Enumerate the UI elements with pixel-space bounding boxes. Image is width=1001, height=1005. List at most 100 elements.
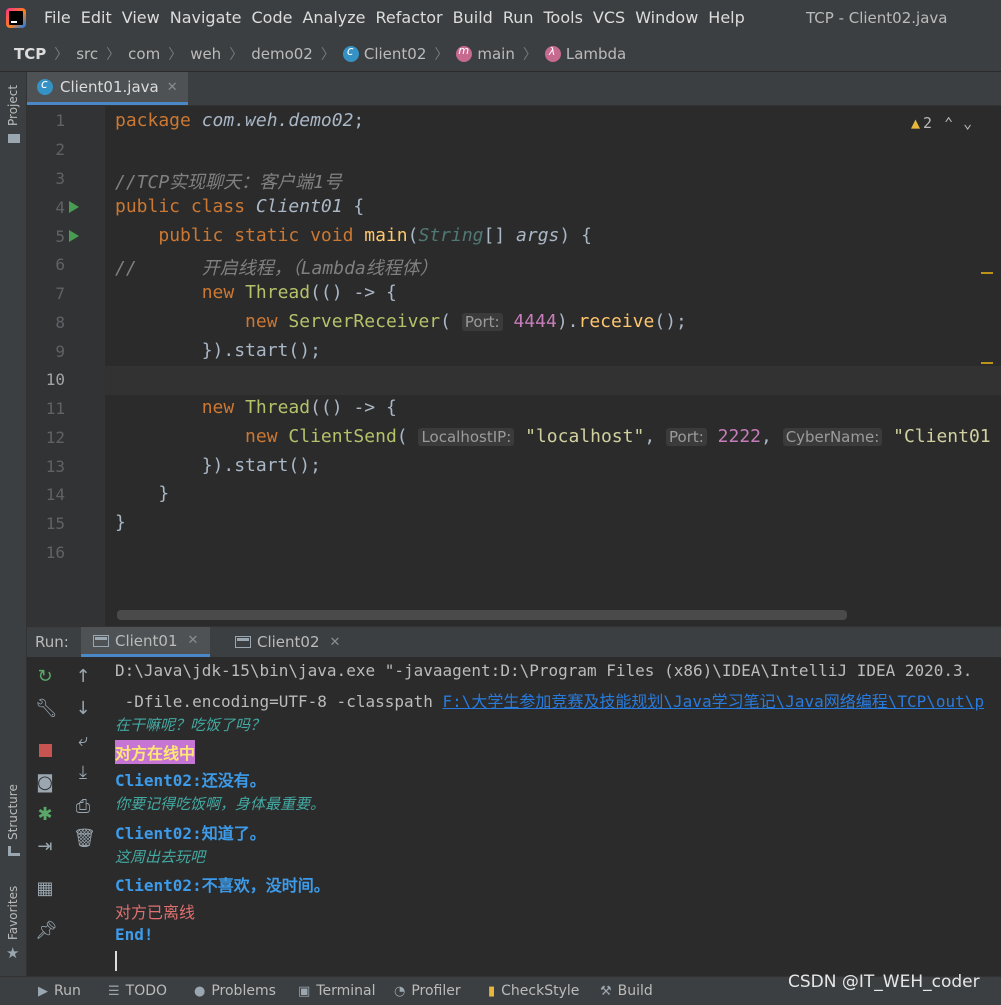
console-input-line: 你要记得吃饭啊，身体最重要。 — [115, 795, 326, 813]
favorites-tool-button[interactable]: Favorites — [6, 886, 20, 940]
menu-window[interactable]: Window — [635, 0, 698, 36]
soft-wrap-icon[interactable]: ⤶ — [73, 731, 93, 751]
caret-line-highlight — [27, 366, 1001, 395]
console-output[interactable]: D:\Java\jdk-15\bin\java.exe "-javaagent:… — [115, 657, 1001, 977]
code-line-13: }).start(); — [201, 455, 321, 476]
breadcrumb-method-label: main — [477, 44, 515, 63]
menu-run[interactable]: Run — [503, 0, 534, 36]
arrow-down-icon[interactable]: ↓ — [73, 699, 93, 719]
bottom-tab-label: Profiler — [411, 983, 461, 999]
warning-marker[interactable] — [981, 272, 993, 274]
run-header: Run: Client01 ✕ Client02 ✕ — [27, 627, 1001, 657]
warning-marker[interactable] — [981, 362, 993, 364]
menu-analyze[interactable]: Analyze — [302, 0, 365, 36]
exit-icon[interactable]: ⇥ — [35, 837, 55, 857]
menu-code[interactable]: Code — [252, 0, 293, 36]
line-number: 12 — [45, 428, 65, 447]
wrench-icon[interactable]: 🔧︎ — [35, 699, 58, 719]
lambda-icon — [544, 45, 561, 62]
code-line-12: new ClientSend( LocalhostIP: "localhost"… — [245, 426, 991, 447]
breadcrumb-src[interactable]: src — [76, 45, 98, 63]
next-highlight-icon[interactable]: ⌄ — [963, 114, 972, 132]
code-line-4: public class Client01 { — [115, 196, 365, 217]
line-number: 2 — [55, 140, 65, 159]
bottom-tab-terminal[interactable]: ▣ Terminal — [298, 977, 375, 1005]
close-tab-icon[interactable]: ✕ — [330, 635, 341, 650]
class-icon — [342, 44, 359, 62]
menu-edit[interactable]: Edit — [81, 0, 112, 36]
close-tab-icon[interactable]: ✕ — [167, 80, 178, 95]
run-icon: ▶ — [38, 983, 48, 999]
bottom-tab-build[interactable]: ⚒ Build — [600, 977, 653, 1005]
line-gutter[interactable]: 1 2 3 4 5 6 7 8 9 10 11 12 13 14 15 16 — [27, 106, 105, 626]
code-editor[interactable]: 1 2 3 4 5 6 7 8 9 10 11 12 13 14 15 16 p… — [27, 106, 1001, 626]
print-icon[interactable]: ⎙ — [73, 797, 93, 817]
inspection-widget[interactable]: ▲ 2 ⌃ ⌄ — [911, 114, 972, 132]
intellij-logo-icon — [6, 8, 26, 28]
line-number: 6 — [55, 255, 65, 274]
menu-view[interactable]: View — [122, 0, 160, 36]
classpath-link[interactable]: F:\大学生参加竞赛及技能规划\Java学习笔记\Java网络编程\TCP\ou… — [443, 692, 985, 711]
code-line-14: } — [158, 483, 170, 504]
bottom-tab-run[interactable]: ▶ Run — [38, 977, 81, 1005]
close-tab-icon[interactable]: ✕ — [188, 633, 199, 648]
rerun-icon[interactable]: ↻ — [35, 667, 55, 687]
list-icon: ☰ — [108, 983, 120, 999]
breadcrumb: TCP〉 src〉 com〉 weh〉 demo02〉 Client02〉 ma… — [0, 36, 1001, 72]
breadcrumb-com[interactable]: com — [128, 45, 160, 63]
tab-label: Client01.java — [60, 78, 159, 96]
menu-tools[interactable]: Tools — [544, 0, 583, 36]
run-tool-window: Run: Client01 ✕ Client02 ✕ ↻ 🔧︎ ◙ ✱ ⇥ ▦ … — [27, 626, 1001, 977]
bottom-tab-profiler[interactable]: ◔ Profiler — [394, 977, 461, 1005]
breadcrumb-method[interactable]: main — [456, 44, 515, 63]
menu-vcs[interactable]: VCS — [593, 0, 625, 36]
horizontal-scrollbar[interactable] — [117, 610, 847, 620]
folder-icon — [8, 134, 20, 143]
line-number: 4 — [55, 198, 65, 217]
stop-icon[interactable] — [35, 741, 55, 761]
breadcrumb-class[interactable]: Client02 — [342, 44, 426, 63]
menu-bar: File Edit View Navigate Code Analyze Ref… — [0, 0, 1001, 36]
info-icon: ● — [194, 983, 206, 999]
camera-icon[interactable]: ◙ — [35, 773, 55, 793]
code-line-9: }).start(); — [201, 340, 321, 361]
run-tab-client01[interactable]: Client01 ✕ — [81, 627, 211, 657]
trash-icon[interactable]: 🗑︎ — [73, 829, 96, 849]
bottom-tab-problems[interactable]: ● Problems — [194, 977, 276, 1005]
breadcrumb-project[interactable]: TCP — [14, 45, 46, 63]
breadcrumb-demo02[interactable]: demo02 — [251, 45, 313, 63]
menu-file[interactable]: File — [44, 0, 71, 36]
menu-build[interactable]: Build — [453, 0, 493, 36]
terminal-icon: ▣ — [298, 983, 311, 999]
run-tab-label: Client02 — [257, 633, 320, 651]
bottom-tab-checkstyle[interactable]: ▮ CheckStyle — [488, 977, 579, 1005]
left-tool-strip: Project Structure Favorites ★ — [0, 72, 27, 976]
pin-icon[interactable]: 📌︎ — [35, 921, 58, 941]
run-class-icon[interactable] — [69, 201, 79, 213]
breadcrumb-lambda[interactable]: Lambda — [544, 45, 626, 63]
menu-navigate[interactable]: Navigate — [170, 0, 242, 36]
bottom-tab-todo[interactable]: ☰ TODO — [108, 977, 167, 1005]
line-number: 7 — [55, 284, 65, 303]
java-class-icon — [37, 77, 53, 95]
code-line-7: new Thread(() -> { — [201, 282, 397, 303]
structure-tool-button[interactable]: Structure — [6, 784, 20, 840]
arrow-up-icon[interactable]: ↑ — [73, 667, 93, 687]
run-main-icon[interactable] — [69, 230, 79, 242]
breadcrumb-weh[interactable]: weh — [190, 45, 221, 63]
project-tool-button[interactable]: Project — [6, 85, 20, 126]
run-toolbar-primary: ↻ 🔧︎ ◙ ✱ ⇥ ▦ 📌︎ — [27, 657, 63, 977]
console-line: -Dfile.encoding=UTF-8 -classpath F:\大学生参… — [115, 692, 985, 711]
tab-client01-java[interactable]: Client01.java ✕ — [27, 72, 188, 105]
menu-help[interactable]: Help — [708, 0, 744, 36]
prev-highlight-icon[interactable]: ⌃ — [944, 114, 953, 132]
run-label: Run: — [35, 633, 69, 651]
line-number: 11 — [45, 399, 65, 418]
warning-count: 2 — [923, 114, 933, 132]
layout-icon[interactable]: ▦ — [35, 879, 55, 899]
window-title: TCP - Client02.java — [806, 9, 948, 27]
run-tab-client02[interactable]: Client02 ✕ — [223, 627, 352, 657]
menu-refactor[interactable]: Refactor — [376, 0, 443, 36]
debug-icon[interactable]: ✱ — [35, 805, 55, 825]
scroll-to-end-icon[interactable]: ⤓ — [73, 763, 93, 783]
